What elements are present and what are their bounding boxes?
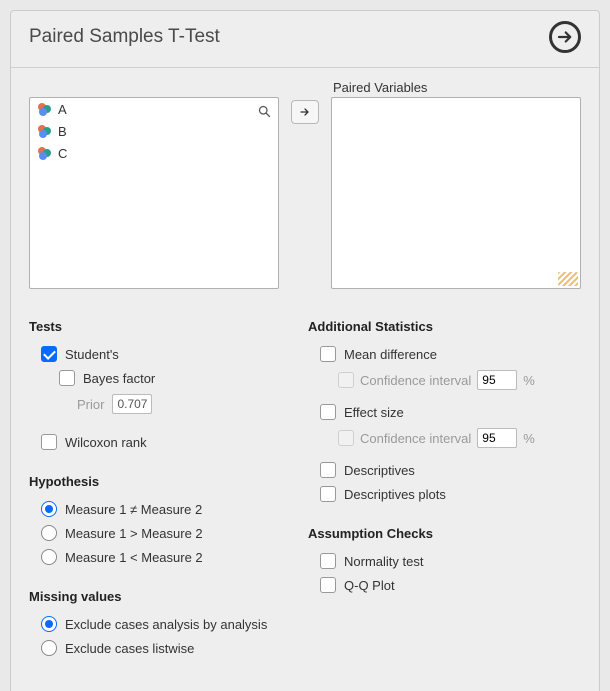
descriptives-row[interactable]: Descriptives [308, 458, 581, 482]
mean-diff-label: Mean difference [344, 347, 437, 362]
students-checkbox[interactable] [41, 346, 57, 362]
mean-diff-ci-row: Confidence interval % [308, 366, 581, 394]
panel-header: Paired Samples T-Test [11, 11, 599, 68]
normality-label: Normality test [344, 554, 423, 569]
hypothesis-ne-row[interactable]: Measure 1 ≠ Measure 2 [29, 497, 302, 521]
hypothesis-lt-row[interactable]: Measure 1 < Measure 2 [29, 545, 302, 569]
effect-size-ci-label: Confidence interval [360, 431, 471, 446]
missing-section-title: Missing values [29, 589, 302, 604]
variable-item[interactable]: B [30, 120, 278, 142]
missing-analysis-label: Exclude cases analysis by analysis [65, 617, 267, 632]
effect-size-checkbox[interactable] [320, 404, 336, 420]
paired-variables-wrap: Paired Variables [331, 80, 581, 289]
nominal-icon [36, 145, 52, 161]
source-variables-list[interactable]: A B C [29, 97, 279, 289]
resize-handle[interactable] [558, 272, 578, 286]
effect-size-ci-row: Confidence interval % [308, 424, 581, 452]
missing-analysis-row[interactable]: Exclude cases analysis by analysis [29, 612, 302, 636]
move-right-button[interactable] [291, 100, 319, 124]
mean-diff-row[interactable]: Mean difference [308, 342, 581, 366]
move-button-column [291, 80, 319, 124]
descriptives-plots-row[interactable]: Descriptives plots [308, 482, 581, 506]
nominal-icon [36, 123, 52, 139]
bayes-prior-row: Prior [29, 390, 302, 418]
variable-selection-row: A B C [29, 80, 581, 289]
missing-listwise-row[interactable]: Exclude cases listwise [29, 636, 302, 660]
qq-plot-checkbox[interactable] [320, 577, 336, 593]
run-arrow-button[interactable] [549, 21, 581, 53]
variable-label: A [58, 102, 67, 117]
hypothesis-lt-label: Measure 1 < Measure 2 [65, 550, 203, 565]
left-options-column: Tests Student's Bayes factor Prior Wilco… [29, 301, 302, 660]
mean-diff-ci-checkbox[interactable] [338, 372, 354, 388]
qq-plot-row[interactable]: Q-Q Plot [308, 573, 581, 597]
prior-label: Prior [77, 397, 104, 412]
prior-input[interactable] [112, 394, 152, 414]
hypothesis-gt-row[interactable]: Measure 1 > Measure 2 [29, 521, 302, 545]
assumption-checks-title: Assumption Checks [308, 526, 581, 541]
arrow-right-icon [556, 28, 574, 46]
search-icon[interactable] [257, 104, 272, 122]
hypothesis-gt-label: Measure 1 > Measure 2 [65, 526, 203, 541]
hypothesis-ne-label: Measure 1 ≠ Measure 2 [65, 502, 202, 517]
qq-plot-label: Q-Q Plot [344, 578, 395, 593]
effect-size-row[interactable]: Effect size [308, 400, 581, 424]
arrow-right-small-icon [299, 106, 311, 118]
paired-variables-list[interactable] [331, 97, 581, 289]
descriptives-plots-checkbox[interactable] [320, 486, 336, 502]
options-columns: Tests Student's Bayes factor Prior Wilco… [29, 301, 581, 660]
wilcoxon-checkbox-row[interactable]: Wilcoxon rank [29, 430, 302, 454]
variable-label: C [58, 146, 67, 161]
effect-size-label: Effect size [344, 405, 404, 420]
missing-listwise-radio[interactable] [41, 640, 57, 656]
variable-item[interactable]: C [30, 142, 278, 164]
analysis-panel: Paired Samples T-Test A [10, 10, 600, 691]
students-checkbox-row[interactable]: Student's [29, 342, 302, 366]
normality-row[interactable]: Normality test [308, 549, 581, 573]
percent-label: % [523, 373, 535, 388]
missing-listwise-label: Exclude cases listwise [65, 641, 194, 656]
hypothesis-section-title: Hypothesis [29, 474, 302, 489]
descriptives-checkbox[interactable] [320, 462, 336, 478]
effect-size-ci-input[interactable] [477, 428, 517, 448]
hypothesis-lt-radio[interactable] [41, 549, 57, 565]
effect-size-ci-checkbox[interactable] [338, 430, 354, 446]
variable-item[interactable]: A [30, 98, 278, 120]
wilcoxon-checkbox[interactable] [41, 434, 57, 450]
percent-label: % [523, 431, 535, 446]
panel-title: Paired Samples T-Test [29, 26, 220, 48]
bayes-checkbox[interactable] [59, 370, 75, 386]
mean-diff-checkbox[interactable] [320, 346, 336, 362]
source-variables-wrap: A B C [29, 80, 279, 289]
bayes-label: Bayes factor [83, 371, 155, 386]
mean-diff-ci-input[interactable] [477, 370, 517, 390]
bayes-checkbox-row[interactable]: Bayes factor [29, 366, 302, 390]
hypothesis-gt-radio[interactable] [41, 525, 57, 541]
panel-body: A B C [11, 68, 599, 660]
mean-diff-ci-label: Confidence interval [360, 373, 471, 388]
normality-checkbox[interactable] [320, 553, 336, 569]
wilcoxon-label: Wilcoxon rank [65, 435, 147, 450]
descriptives-plots-label: Descriptives plots [344, 487, 446, 502]
right-options-column: Additional Statistics Mean difference Co… [308, 301, 581, 660]
paired-variables-label: Paired Variables [333, 80, 581, 95]
descriptives-label: Descriptives [344, 463, 415, 478]
nominal-icon [36, 101, 52, 117]
tests-section-title: Tests [29, 319, 302, 334]
missing-analysis-radio[interactable] [41, 616, 57, 632]
variable-label: B [58, 124, 67, 139]
additional-stats-title: Additional Statistics [308, 319, 581, 334]
hypothesis-ne-radio[interactable] [41, 501, 57, 517]
students-label: Student's [65, 347, 119, 362]
